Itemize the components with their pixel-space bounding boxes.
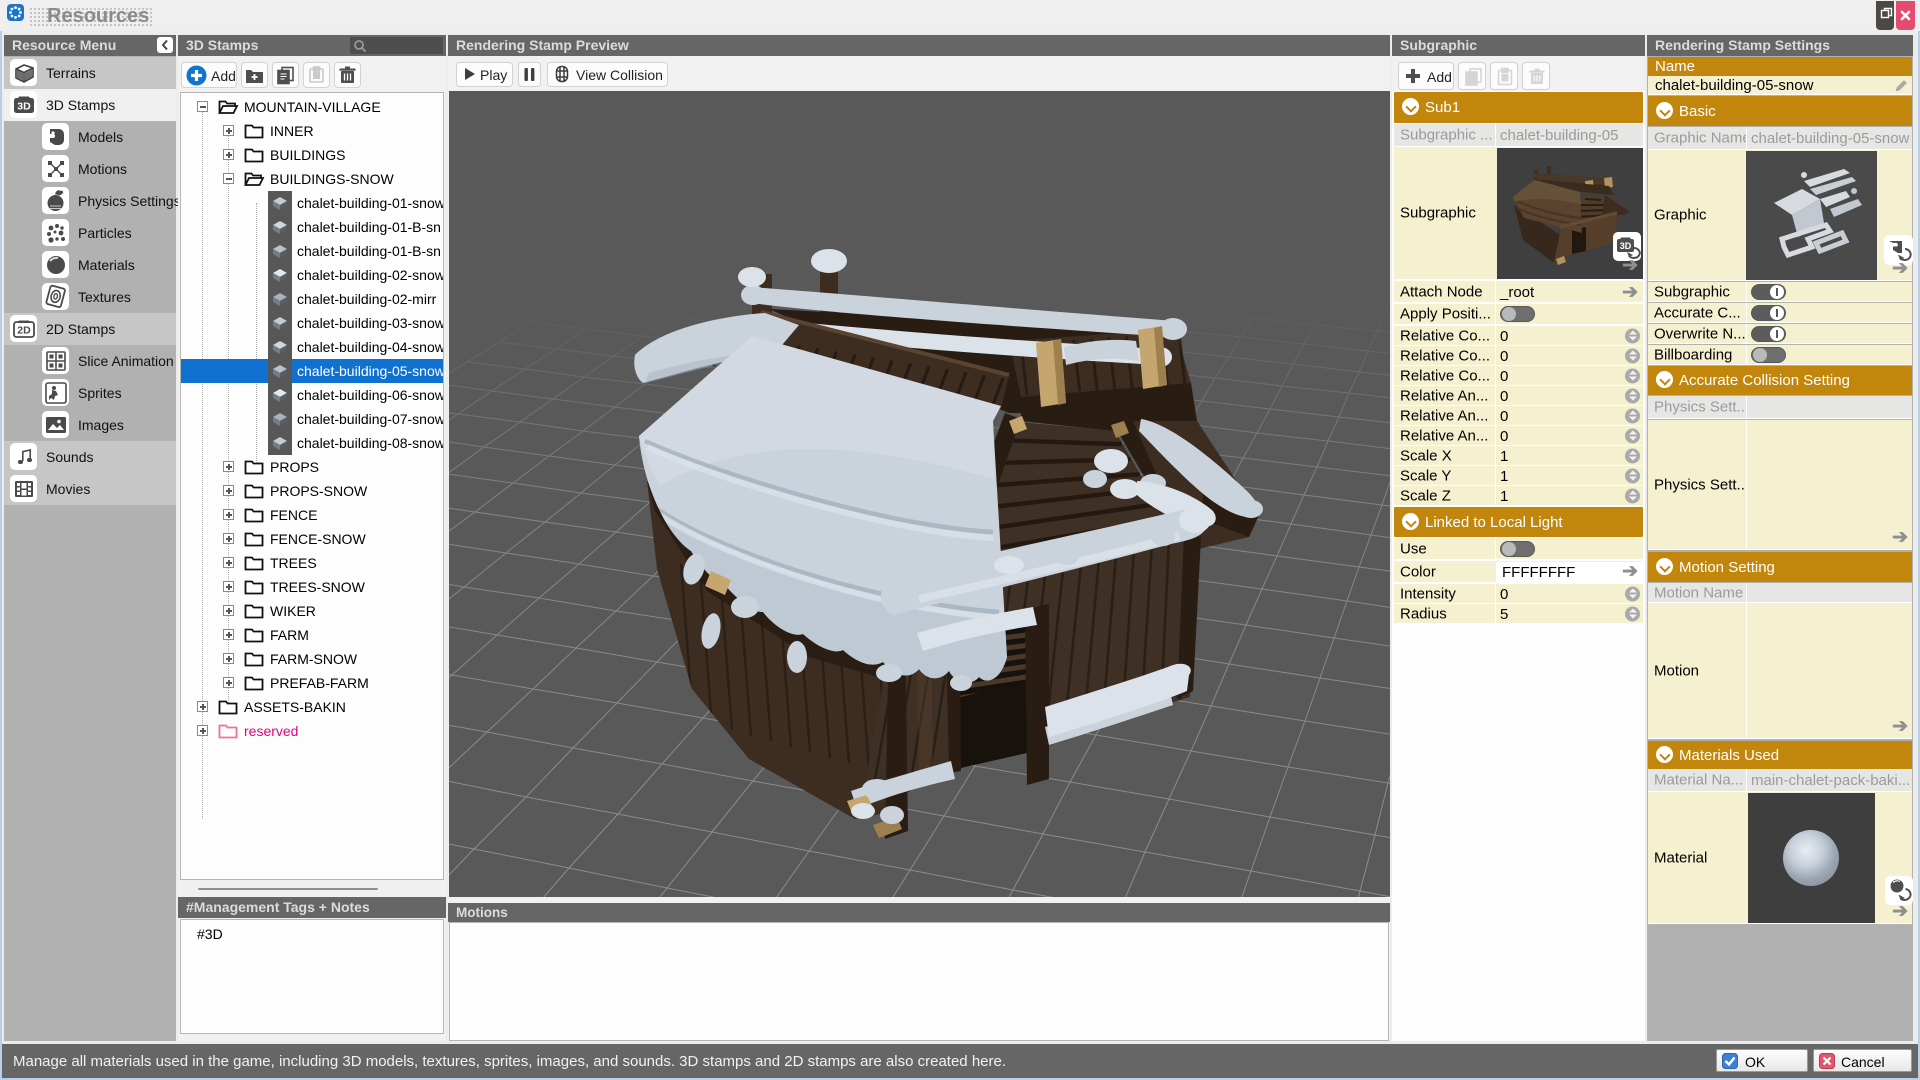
- svg-text:2D: 2D: [17, 325, 31, 337]
- svg-text:3D: 3D: [1620, 241, 1632, 251]
- svg-text:3D: 3D: [17, 101, 31, 113]
